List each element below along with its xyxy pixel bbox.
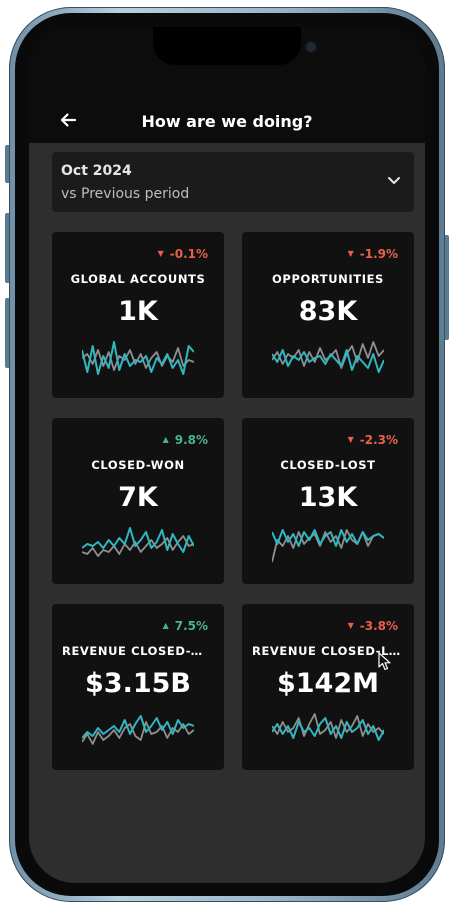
delta-value: -0.1% — [169, 247, 208, 261]
kpi-label: GLOBAL ACCOUNTS — [70, 272, 206, 286]
kpi-value: $142M — [276, 668, 379, 699]
delta-badge: ▼ -1.9% — [348, 247, 398, 261]
kpi-label: OPPORTUNITIES — [272, 272, 384, 286]
period-dropdown[interactable]: Oct 2024 vs Previous period — [52, 152, 414, 212]
sparkline-chart — [82, 527, 194, 557]
delta-value: 9.8% — [174, 433, 208, 447]
delta-badge: ▼ -3.8% — [348, 619, 398, 633]
kpi-value: $3.15B — [85, 668, 191, 699]
kpi-label: REVENUE CLOSED-W... — [62, 644, 214, 658]
delta-value: 7.5% — [174, 619, 208, 633]
sparkline-previous-period — [82, 347, 194, 371]
delta-value: -3.8% — [359, 619, 398, 633]
kpi-card-revenue-closed-lost[interactable]: ▼ -3.8% REVENUE CLOSED-LO... $142M — [242, 604, 414, 770]
triangle-down-icon: ▼ — [347, 621, 354, 630]
kpi-card-closed-lost[interactable]: ▼ -2.3% CLOSED-LOST 13K — [242, 418, 414, 584]
kpi-value: 83K — [298, 296, 358, 327]
triangle-down-icon: ▼ — [347, 435, 354, 444]
phone-bezel: How are we doing? Oct 2024 vs Previous p… — [15, 13, 439, 896]
sparkline-previous-period — [82, 535, 194, 557]
delta-badge: ▼ -2.3% — [348, 433, 398, 447]
camera-icon — [306, 42, 316, 52]
sparkline-chart — [272, 529, 384, 563]
kpi-card-closed-won[interactable]: ▲ 9.8% CLOSED-WON 7K — [52, 418, 224, 584]
period-current: Oct 2024 — [61, 163, 132, 179]
chevron-down-icon — [388, 177, 400, 184]
notch — [153, 27, 316, 65]
period-comparison: vs Previous period — [61, 186, 190, 202]
triangle-down-icon: ▼ — [347, 249, 354, 258]
sparkline-chart — [82, 715, 194, 745]
page-title: How are we doing? — [141, 112, 313, 131]
kpi-value: 13K — [298, 482, 358, 513]
delta-badge: ▲ 9.8% — [163, 433, 208, 447]
kpi-card-global-accounts[interactable]: ▼ -0.1% GLOBAL ACCOUNTS 1K — [52, 232, 224, 398]
delta-badge: ▲ 7.5% — [163, 619, 208, 633]
delta-value: -1.9% — [359, 247, 398, 261]
sparkline-chart — [82, 341, 194, 375]
triangle-down-icon: ▼ — [157, 249, 164, 258]
sparkline-previous-period — [82, 721, 194, 745]
app-header: How are we doing? — [29, 27, 425, 143]
sparkline-chart — [272, 341, 384, 373]
triangle-up-icon: ▲ — [162, 435, 169, 444]
app-screen: How are we doing? Oct 2024 vs Previous p… — [29, 27, 425, 883]
delta-badge: ▼ -0.1% — [158, 247, 208, 261]
mouse-pointer-icon — [378, 652, 391, 671]
kpi-value: 1K — [118, 296, 158, 327]
sparkline-chart — [272, 713, 384, 741]
sparkline-current-period — [272, 717, 384, 741]
delta-value: -2.3% — [359, 433, 398, 447]
kpi-card-revenue-closed-won[interactable]: ▲ 7.5% REVENUE CLOSED-W... $3.15B — [52, 604, 224, 770]
sparkline-current-period — [272, 349, 384, 373]
kpi-label: CLOSED-WON — [91, 458, 185, 472]
kpi-value: 7K — [118, 482, 158, 513]
kpi-card-opportunities[interactable]: ▼ -1.9% OPPORTUNITIES 83K — [242, 232, 414, 398]
kpi-label: CLOSED-LOST — [280, 458, 376, 472]
triangle-up-icon: ▲ — [162, 621, 169, 630]
phone-frame: How are we doing? Oct 2024 vs Previous p… — [9, 7, 445, 902]
